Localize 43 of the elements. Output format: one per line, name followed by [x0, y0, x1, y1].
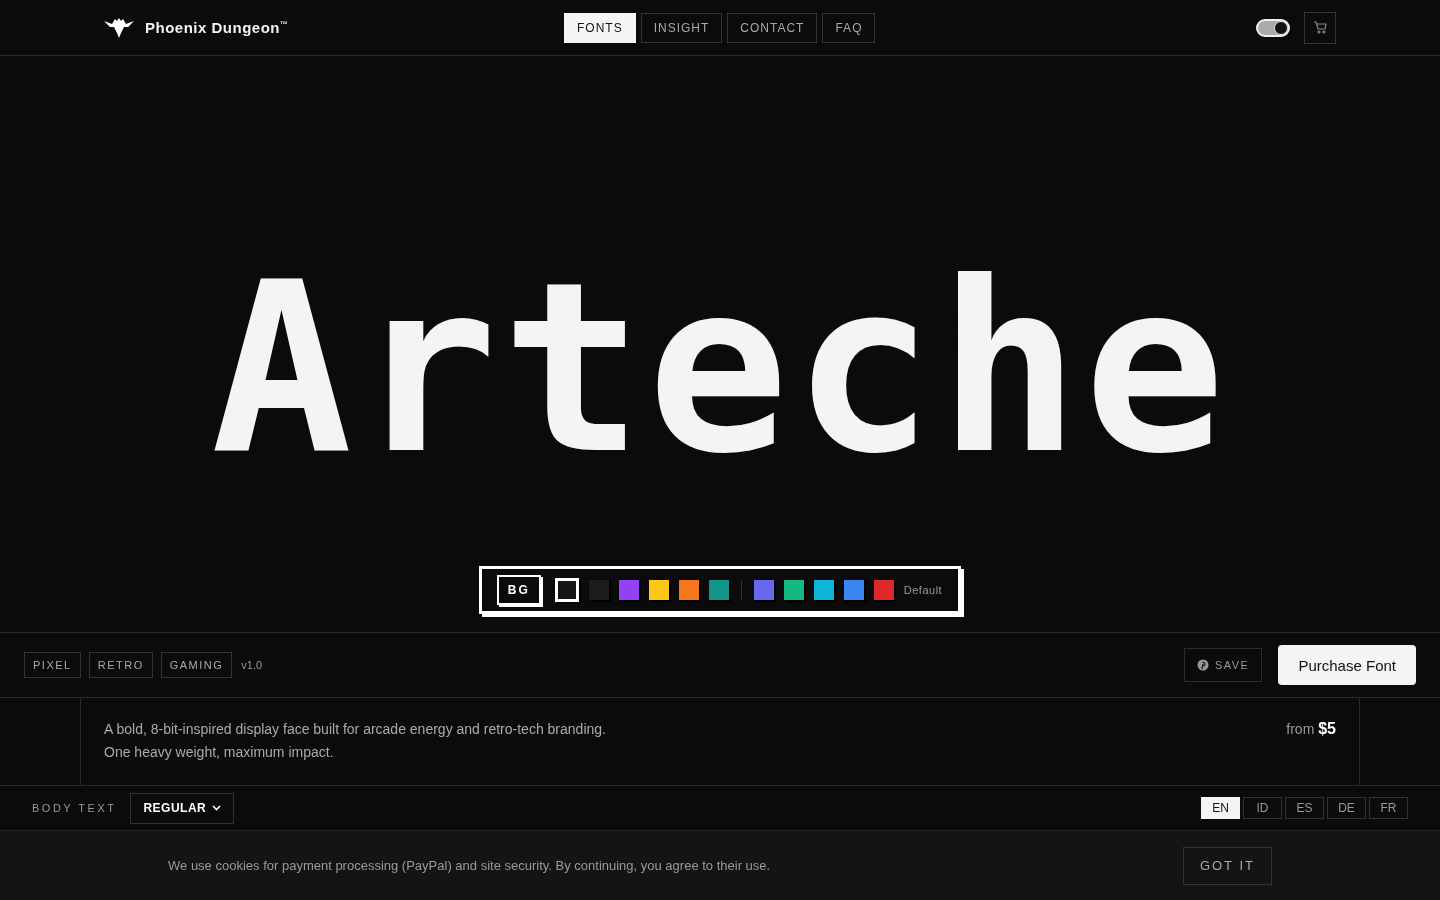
- color-swatch[interactable]: [648, 580, 669, 600]
- color-swatch[interactable]: [708, 580, 729, 600]
- cart-button[interactable]: [1304, 11, 1336, 44]
- font-specimen: Arteche: [210, 251, 1230, 486]
- description-text: A bold, 8-bit-inspired display face built for arcade energy and retro-tech branding.: [104, 720, 607, 739]
- color-swatch[interactable]: [843, 580, 864, 600]
- cart-icon: [1313, 21, 1327, 34]
- save-button[interactable]: SAVE: [1183, 648, 1263, 682]
- nav-tab[interactable]: INSIGHT: [640, 13, 723, 43]
- language-tab[interactable]: DE: [1327, 797, 1366, 819]
- got-it-button[interactable]: GOT IT: [1182, 846, 1272, 885]
- tag-label[interactable]: RETRO: [88, 652, 153, 678]
- color-swatch[interactable]: [813, 580, 834, 600]
- language-tab[interactable]: FR: [1369, 797, 1408, 819]
- color-swatch[interactable]: [618, 580, 639, 600]
- weight-dropdown[interactable]: REGULAR: [130, 792, 235, 824]
- body-text-label: BODY TEXT: [32, 802, 117, 814]
- color-swatch[interactable]: [783, 580, 804, 600]
- color-swatch[interactable]: [873, 580, 894, 600]
- language-tab[interactable]: ES: [1285, 797, 1324, 819]
- default-link[interactable]: Default: [903, 584, 943, 596]
- color-swatch[interactable]: [753, 580, 774, 600]
- phoenix-logo-icon: [104, 17, 135, 38]
- price-text: from $5: [1286, 719, 1336, 739]
- language-tab[interactable]: ID: [1243, 797, 1282, 819]
- bg-button[interactable]: BG: [496, 575, 541, 605]
- color-swatch[interactable]: [554, 578, 579, 602]
- theme-toggle[interactable]: [1256, 18, 1290, 37]
- language-tab[interactable]: EN: [1201, 797, 1240, 819]
- nav-tab[interactable]: CONTACT: [727, 13, 818, 43]
- tag-label[interactable]: PIXEL: [24, 652, 81, 678]
- description-text: One heavy weight, maximum impact.: [104, 743, 335, 762]
- chevron-down-icon: [212, 805, 222, 811]
- nav-tab[interactable]: FONTS: [564, 13, 636, 43]
- color-swatch[interactable]: [678, 580, 699, 600]
- brand-name[interactable]: Phoenix Dungeon$^{™}$: [145, 19, 289, 36]
- color-swatch[interactable]: [588, 580, 609, 600]
- purchase-button[interactable]: Purchase Font: [1278, 645, 1416, 685]
- nav-tab[interactable]: FAQ: [822, 13, 876, 43]
- tag-label[interactable]: GAMING: [160, 652, 233, 678]
- pinterest-icon: [1196, 659, 1209, 671]
- cookie-message: We use cookies for payment processing (PayPal) and site security. By continuing, you agree to their use.: [168, 858, 772, 873]
- version-text: v1.0: [241, 659, 264, 671]
